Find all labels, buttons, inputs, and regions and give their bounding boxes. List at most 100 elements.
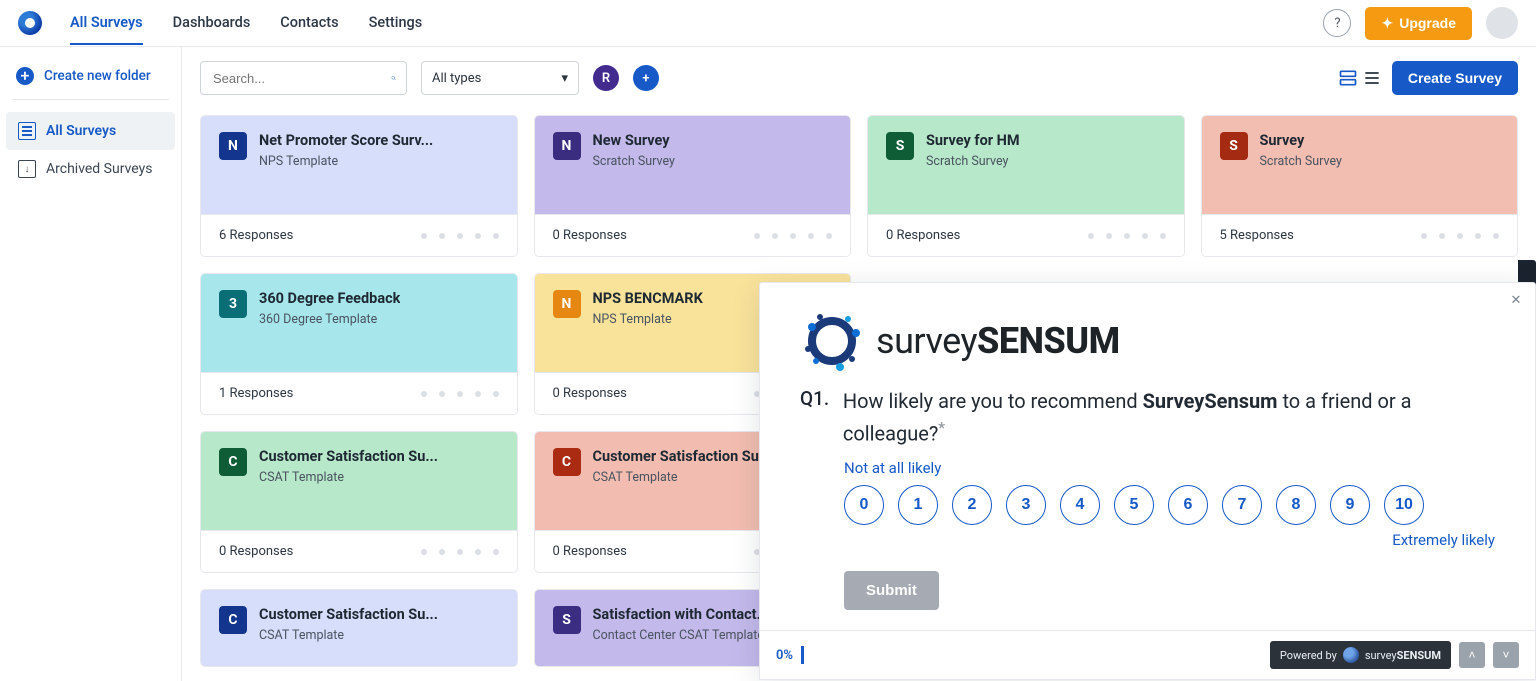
popup-brand: surveySENSUM xyxy=(800,309,1495,373)
survey-card[interactable]: N New Survey Scratch Survey 0 Responses xyxy=(534,115,852,257)
nps-option-8[interactable]: 8 xyxy=(1276,485,1316,525)
surveysensum-logo-icon xyxy=(800,309,864,373)
create-folder-button[interactable]: + Create new folder xyxy=(6,59,175,93)
nps-option-4[interactable]: 4 xyxy=(1060,485,1100,525)
card-tile-icon: N xyxy=(553,132,581,160)
list-view-icon[interactable] xyxy=(1362,68,1382,88)
card-title: Customer Satisfaction Su... xyxy=(593,448,772,466)
card-responses: 0 Responses xyxy=(219,544,293,559)
survey-card[interactable]: S Survey for HM Scratch Survey 0 Respons… xyxy=(867,115,1185,257)
sidebar-divider xyxy=(12,99,169,100)
nav-settings[interactable]: Settings xyxy=(369,2,423,45)
progress: 0% xyxy=(776,646,804,664)
archive-icon xyxy=(18,160,36,178)
toolbar: All types ▾ R + Create Survey xyxy=(200,61,1518,95)
sidebar-item-label: Archived Surveys xyxy=(46,161,152,177)
create-survey-button[interactable]: Create Survey xyxy=(1392,61,1518,95)
help-button[interactable]: ? xyxy=(1323,9,1351,37)
app-logo-icon xyxy=(18,11,42,35)
sidebar-item-all-surveys[interactable]: All Surveys xyxy=(6,112,175,150)
card-title: Net Promoter Score Surv... xyxy=(259,132,433,150)
type-filter-select[interactable]: All types ▾ xyxy=(421,61,579,95)
submit-button[interactable]: Submit xyxy=(844,571,939,610)
nps-scale: 0123456789 10 xyxy=(844,485,1495,525)
sidebar-item-label: All Surveys xyxy=(46,123,116,139)
plus-icon: + xyxy=(16,67,34,85)
brand-text: surveySENSUM xyxy=(876,320,1120,362)
main-nav: All Surveys Dashboards Contacts Settings xyxy=(70,2,422,45)
list-icon xyxy=(18,122,36,140)
card-responses: 5 Responses xyxy=(1220,228,1294,243)
search-input[interactable] xyxy=(211,70,391,87)
card-subtitle: NPS Template xyxy=(593,312,703,327)
card-responses: 0 Responses xyxy=(553,544,627,559)
chevron-down-icon: ▾ xyxy=(561,71,568,86)
nps-option-2[interactable]: 2 xyxy=(952,485,992,525)
nps-option-10[interactable]: 10 xyxy=(1384,485,1424,525)
upgrade-button[interactable]: ✦ Upgrade xyxy=(1365,7,1472,40)
card-status-dots xyxy=(421,233,499,239)
user-chip[interactable]: R xyxy=(593,65,619,91)
scale-label-left: Not at all likely xyxy=(844,459,941,477)
survey-card[interactable]: C Customer Satisfaction Su... CSAT Templ… xyxy=(200,431,518,573)
search-icon xyxy=(391,69,396,87)
sparkle-icon: ✦ xyxy=(1381,15,1393,32)
question-number: Q1. xyxy=(800,387,831,449)
survey-card[interactable]: C Customer Satisfaction Su... CSAT Templ… xyxy=(200,589,518,667)
card-title: Customer Satisfaction Su... xyxy=(259,448,438,466)
card-subtitle: Contact Center CSAT Template xyxy=(593,628,770,643)
user-avatar[interactable] xyxy=(1486,7,1518,39)
nav-all-surveys[interactable]: All Surveys xyxy=(70,2,143,45)
card-status-dots xyxy=(1088,233,1166,239)
card-subtitle: CSAT Template xyxy=(593,470,772,485)
card-subtitle: Scratch Survey xyxy=(1260,154,1342,169)
nps-option-3[interactable]: 3 xyxy=(1006,485,1046,525)
survey-card[interactable]: S Survey Scratch Survey 5 Responses xyxy=(1201,115,1519,257)
type-filter-label: All types xyxy=(432,71,481,86)
prev-button[interactable]: ˄ xyxy=(1459,642,1485,668)
card-tile-icon: C xyxy=(553,448,581,476)
card-responses: 6 Responses xyxy=(219,228,293,243)
card-tile-icon: N xyxy=(553,290,581,318)
survey-card[interactable]: 3 360 Degree Feedback 360 Degree Templat… xyxy=(200,273,518,415)
card-status-dots xyxy=(1421,233,1499,239)
next-button[interactable]: ˅ xyxy=(1493,642,1519,668)
search-input-wrap[interactable] xyxy=(200,61,407,95)
card-tile-icon: S xyxy=(553,606,581,634)
card-responses: 0 Responses xyxy=(553,386,627,401)
card-subtitle: NPS Template xyxy=(259,154,433,169)
grid-view-icon[interactable] xyxy=(1338,68,1358,88)
powered-by-badge[interactable]: Powered by surveySENSUM xyxy=(1270,641,1451,669)
card-tile-icon: S xyxy=(1220,132,1248,160)
card-title: New Survey xyxy=(593,132,675,150)
upgrade-label: Upgrade xyxy=(1399,15,1456,31)
add-chip-button[interactable]: + xyxy=(633,65,659,91)
card-subtitle: CSAT Template xyxy=(259,470,438,485)
nps-option-6[interactable]: 6 xyxy=(1168,485,1208,525)
nps-option-0[interactable]: 0 xyxy=(844,485,884,525)
card-subtitle: Scratch Survey xyxy=(593,154,675,169)
card-subtitle: 360 Degree Template xyxy=(259,312,400,327)
nps-option-5[interactable]: 5 xyxy=(1114,485,1154,525)
nps-option-9[interactable]: 9 xyxy=(1330,485,1370,525)
sidebar-item-archived[interactable]: Archived Surveys xyxy=(6,150,175,188)
survey-card[interactable]: N Net Promoter Score Surv... NPS Templat… xyxy=(200,115,518,257)
card-subtitle: Scratch Survey xyxy=(926,154,1020,169)
nav-dashboards[interactable]: Dashboards xyxy=(173,2,251,45)
card-title: Survey xyxy=(1260,132,1342,150)
card-tile-icon: 3 xyxy=(219,290,247,318)
sidebar: + Create new folder All Surveys Archived… xyxy=(0,47,182,681)
card-responses: 1 Responses xyxy=(219,386,293,401)
close-icon[interactable]: ✕ xyxy=(1507,291,1525,309)
card-title: Satisfaction with Contact... xyxy=(593,606,770,624)
nps-option-1[interactable]: 1 xyxy=(898,485,938,525)
card-tile-icon: C xyxy=(219,606,247,634)
mini-logo-icon xyxy=(1343,647,1359,663)
question-text: How likely are you to recommend SurveySe… xyxy=(843,387,1495,449)
nps-option-7[interactable]: 7 xyxy=(1222,485,1262,525)
nav-contacts[interactable]: Contacts xyxy=(280,2,338,45)
progress-bar-icon xyxy=(801,646,804,664)
card-status-dots xyxy=(754,233,832,239)
card-tile-icon: S xyxy=(886,132,914,160)
view-toggle xyxy=(1338,68,1382,88)
